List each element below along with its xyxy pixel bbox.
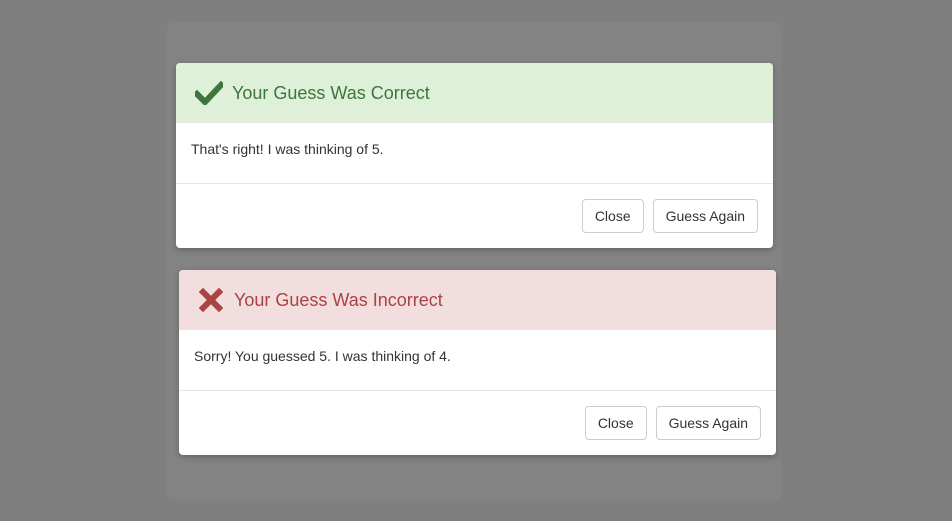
modal-body-text: Sorry! You guessed 5. I was thinking of …	[179, 330, 776, 391]
modal-title: Your Guess Was Correct	[232, 82, 430, 103]
modal-footer: Close Guess Again	[176, 184, 773, 248]
close-button[interactable]: Close	[584, 406, 647, 440]
modal-body-text: That's right! I was thinking of 5.	[176, 123, 773, 184]
close-button[interactable]: Close	[581, 199, 644, 233]
modal-title: Your Guess Was Incorrect	[234, 289, 443, 310]
modal-header: Your Guess Was Incorrect	[179, 270, 776, 330]
guess-again-button[interactable]: Guess Again	[655, 406, 761, 440]
incorrect-guess-modal: Your Guess Was Incorrect Sorry! You gues…	[179, 270, 776, 455]
checkmark-icon	[195, 79, 223, 107]
x-icon	[197, 286, 225, 314]
guess-again-button[interactable]: Guess Again	[652, 199, 758, 233]
modal-header: Your Guess Was Correct	[176, 63, 773, 123]
modal-footer: Close Guess Again	[179, 391, 776, 455]
correct-guess-modal: Your Guess Was Correct That's right! I w…	[176, 63, 773, 248]
